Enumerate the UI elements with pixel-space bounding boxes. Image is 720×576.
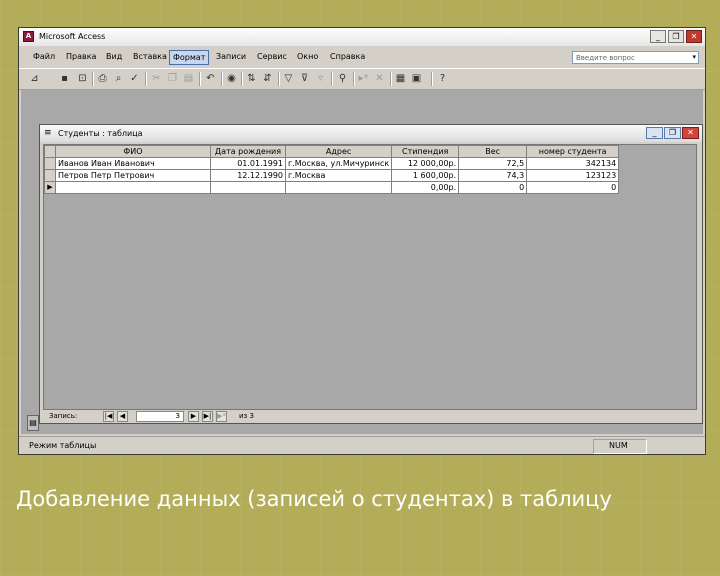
cut-icon[interactable]: ✂ xyxy=(149,71,164,86)
child-close-icon[interactable]: ✕ xyxy=(682,127,699,139)
child-minimize-icon[interactable]: _ xyxy=(646,127,663,139)
new-record-nav-icon[interactable]: ▶* xyxy=(216,411,227,422)
hyperlink-icon[interactable]: ◉ xyxy=(224,71,239,86)
status-num: NUM xyxy=(609,441,628,450)
table-cell[interactable] xyxy=(55,181,211,194)
menu-view[interactable]: Вид xyxy=(104,52,124,61)
table-cell[interactable]: 342134 xyxy=(526,157,620,170)
close-icon[interactable]: ✕ xyxy=(686,30,702,43)
delete-record-icon[interactable]: ✕ xyxy=(372,71,387,86)
prev-record-icon[interactable]: ◀ xyxy=(117,411,128,422)
column-header[interactable]: Стипендия xyxy=(391,145,460,158)
menu-records[interactable]: Записи xyxy=(214,52,248,61)
menu-file[interactable]: Файл xyxy=(31,52,57,61)
table-cell[interactable]: 72,5 xyxy=(458,157,528,170)
record-number-input[interactable]: 3 xyxy=(136,411,184,422)
access-app-icon: A xyxy=(23,31,34,42)
menu-format[interactable]: Формат xyxy=(169,50,210,65)
undo-icon[interactable]: ↶ xyxy=(203,71,218,86)
status-bar: Режим таблицы NUM xyxy=(19,436,705,455)
preview-icon[interactable]: ⌕ xyxy=(111,71,126,86)
status-mode: Режим таблицы xyxy=(29,441,97,450)
search-file-icon[interactable]: ⊡ xyxy=(75,71,90,86)
table-cell[interactable]: 74,3 xyxy=(458,169,528,182)
spelling-icon[interactable]: ✓ xyxy=(127,71,142,86)
record-label: Запись: xyxy=(49,412,78,420)
table-cell[interactable]: 12.12.1990 xyxy=(210,169,286,182)
table-cell[interactable]: 01.01.1991 xyxy=(210,157,286,170)
record-navigator: Запись: |◀ ◀ 3 ▶ ▶| ▶* из 3 xyxy=(43,411,697,422)
table-row: ▶ 0,00р. 0 0 xyxy=(44,181,620,194)
table-cell[interactable]: 0,00р. xyxy=(391,181,460,194)
view-icon[interactable]: ⊿ xyxy=(27,71,42,86)
save-icon[interactable]: ▪ xyxy=(57,71,72,86)
column-header[interactable]: номер студента xyxy=(526,145,620,158)
filter-form-icon[interactable]: ⊽ xyxy=(297,71,312,86)
apply-filter-icon[interactable]: ▿ xyxy=(313,71,328,86)
table-cell[interactable]: 0 xyxy=(526,181,620,194)
minimize-icon[interactable]: _ xyxy=(650,30,666,43)
table-cell[interactable]: г.Москва, ул.Мичуринск xyxy=(284,157,393,170)
table-row: Петров Петр Петрович 12.12.1990 г.Москва… xyxy=(44,169,620,182)
table-cell[interactable] xyxy=(284,181,393,194)
datasheet-area: ФИО Дата рождения Адрес Стипендия Вес но… xyxy=(43,144,697,410)
first-record-icon[interactable]: |◀ xyxy=(103,411,114,422)
table-icon: ≡ xyxy=(44,128,52,138)
slide-caption: Добавление данных (записей о студентах) … xyxy=(16,487,612,511)
table-window: ≡ Студенты : таблица _ ❐ ✕ ФИО Дата рожд… xyxy=(39,124,703,424)
table-cell[interactable]: Петров Петр Петрович xyxy=(55,169,211,182)
menu-window[interactable]: Окно xyxy=(295,52,320,61)
next-record-icon[interactable]: ▶ xyxy=(188,411,199,422)
header-row: ФИО Дата рождения Адрес Стипендия Вес но… xyxy=(44,145,620,158)
paste-icon[interactable]: ▤ xyxy=(181,71,196,86)
database-window-minimized-icon[interactable]: ▤ xyxy=(27,415,39,431)
column-header[interactable]: Адрес xyxy=(284,145,393,158)
window-title: Microsoft Access xyxy=(39,32,106,41)
menu-edit[interactable]: Правка xyxy=(64,52,98,61)
ask-question-box[interactable]: Введите вопрос xyxy=(572,51,699,64)
help-icon[interactable]: ? xyxy=(435,71,450,86)
table-cell[interactable]: 123123 xyxy=(526,169,620,182)
sort-ascending-icon[interactable]: ⇅ xyxy=(244,71,259,86)
table-cell[interactable]: Иванов Иван Иванович xyxy=(55,157,211,170)
row-selector[interactable] xyxy=(44,157,56,170)
menu-tools[interactable]: Сервис xyxy=(255,52,289,61)
access-window: A Microsoft Access _ ❐ ✕ Файл Правка Вид… xyxy=(18,27,706,455)
new-record-icon[interactable]: ▸* xyxy=(356,71,371,86)
restore-icon[interactable]: ❐ xyxy=(668,30,684,43)
print-icon[interactable]: ⎙ xyxy=(95,71,110,86)
table-cell[interactable] xyxy=(210,181,286,194)
menu-help[interactable]: Справка xyxy=(328,52,367,61)
record-count: из 3 xyxy=(239,412,254,420)
menu-insert[interactable]: Вставка xyxy=(131,52,169,61)
last-record-icon[interactable]: ▶| xyxy=(202,411,213,422)
column-header[interactable]: ФИО xyxy=(55,145,211,158)
find-icon[interactable]: ⚲ xyxy=(335,71,350,86)
child-restore-icon[interactable]: ❐ xyxy=(664,127,681,139)
sort-descending-icon[interactable]: ⇵ xyxy=(260,71,275,86)
copy-icon[interactable]: ❐ xyxy=(165,71,180,86)
table-cell[interactable]: 12 000,00р. xyxy=(391,157,460,170)
filter-selection-icon[interactable]: ▽ xyxy=(281,71,296,86)
table-row: Иванов Иван Иванович 01.01.1991 г.Москва… xyxy=(44,157,620,170)
table-window-titlebar: ≡ Студенты : таблица _ ❐ ✕ xyxy=(40,125,702,142)
column-header[interactable]: Дата рождения xyxy=(210,145,286,158)
title-bar: A Microsoft Access _ ❐ ✕ xyxy=(19,28,705,46)
row-selector[interactable] xyxy=(44,169,56,182)
table-cell[interactable]: 0 xyxy=(458,181,528,194)
current-record-arrow-icon[interactable]: ▶ xyxy=(44,181,56,194)
table-cell[interactable]: 1 600,00р. xyxy=(391,169,460,182)
table-window-title: Студенты : таблица xyxy=(58,129,143,138)
corner-cell[interactable] xyxy=(44,145,56,158)
toolbar: ⊿ ▪ ⊡ ⎙ ⌕ ✓ ✂ ❐ ▤ ↶ ◉ ⇅ ⇵ ▽ ⊽ ▿ ⚲ ▸* ✕ ▦… xyxy=(19,68,705,90)
database-window-icon[interactable]: ▦ xyxy=(393,71,408,86)
column-header[interactable]: Вес xyxy=(458,145,528,158)
table-cell[interactable]: г.Москва xyxy=(284,169,393,182)
datasheet-grid: ФИО Дата рождения Адрес Стипендия Вес но… xyxy=(44,145,620,194)
new-object-icon[interactable]: ▣ xyxy=(409,71,424,86)
